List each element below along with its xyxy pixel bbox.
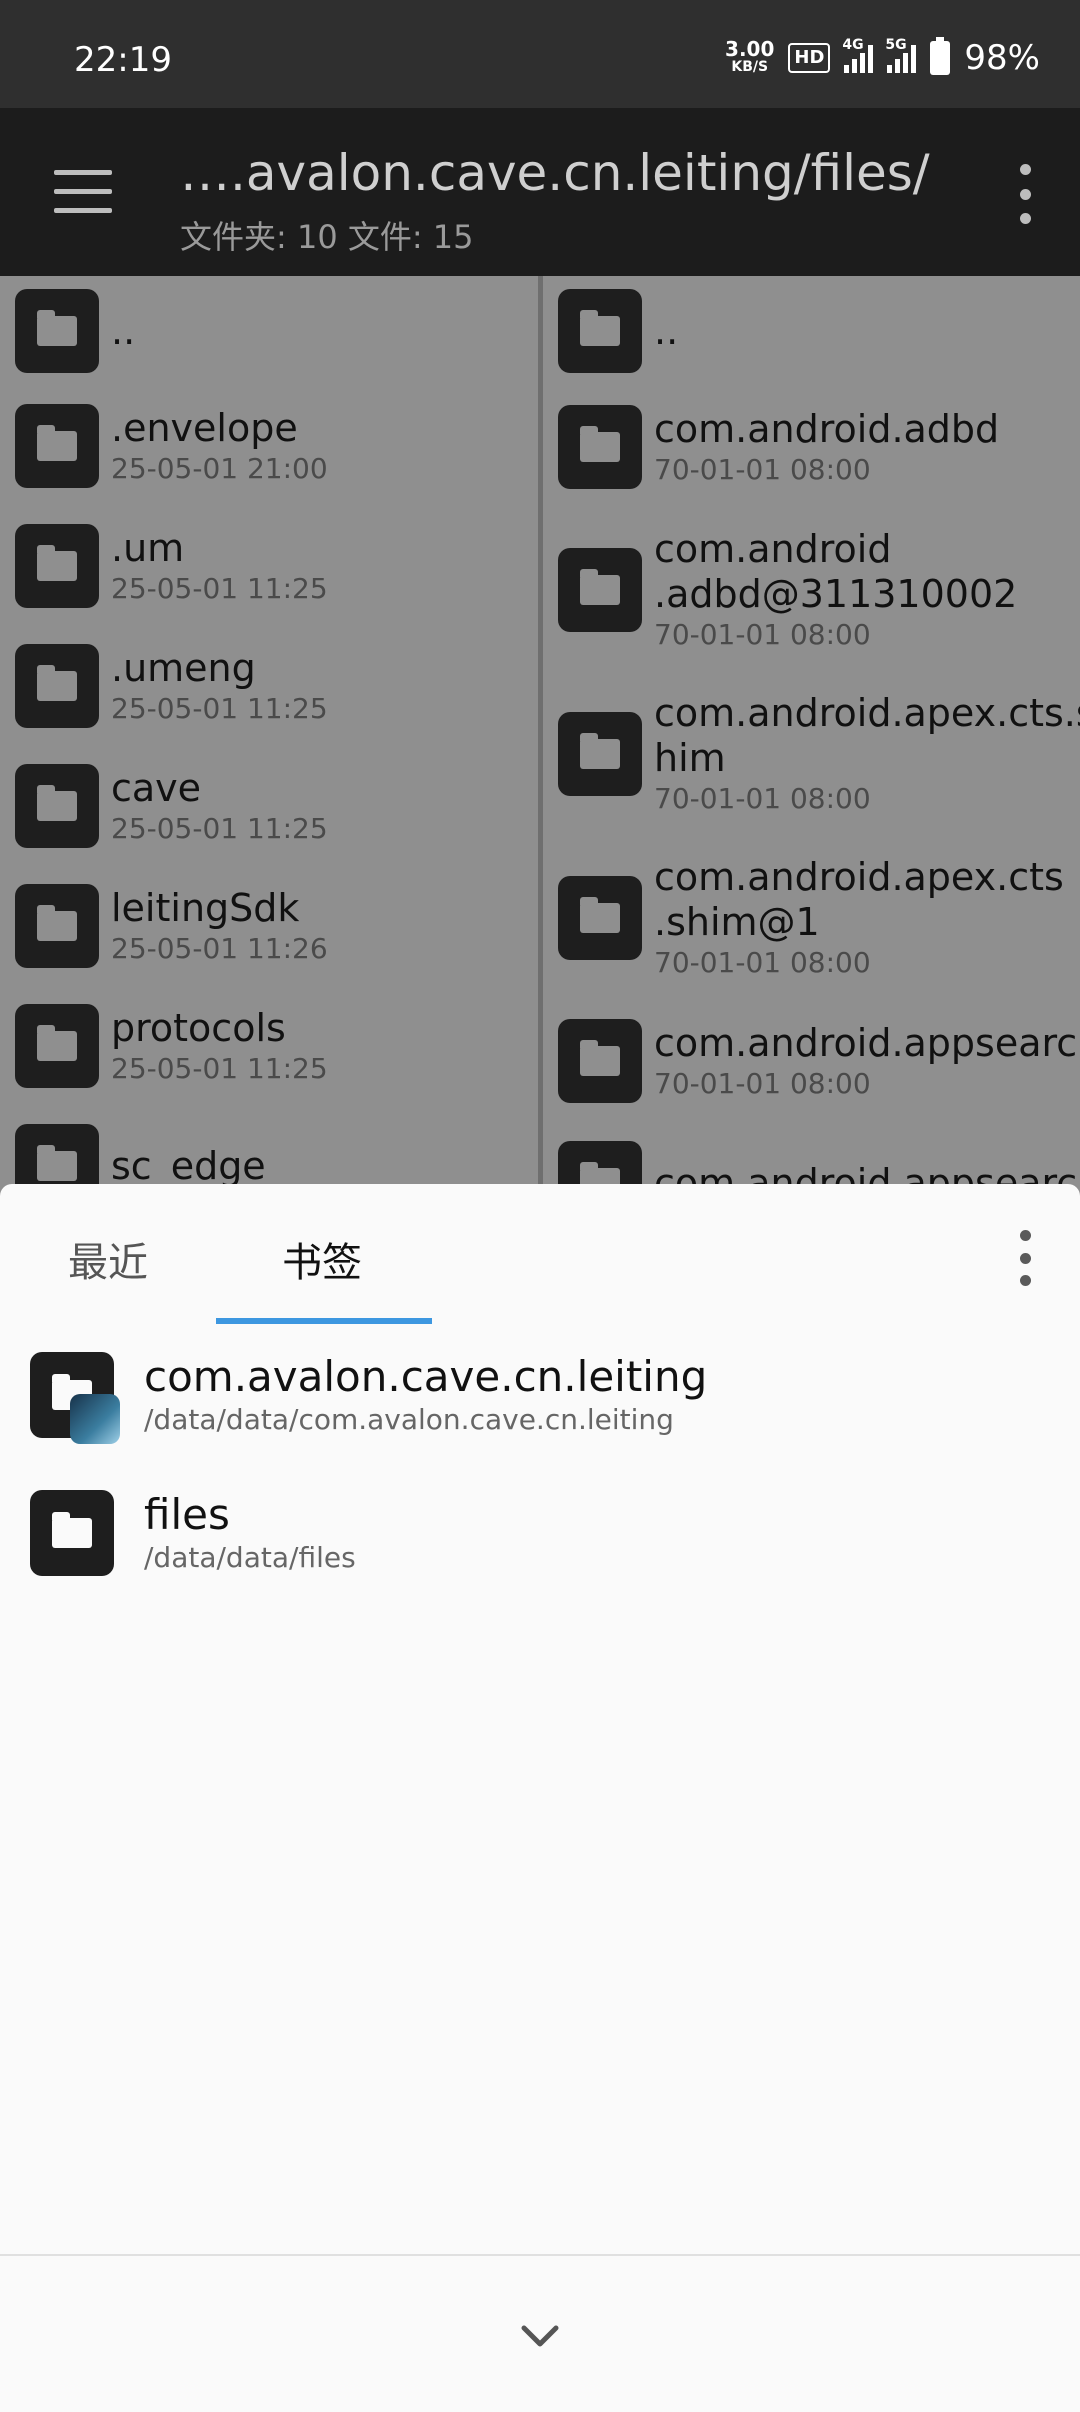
folder-icon [15, 524, 99, 608]
folder-icon [558, 876, 642, 960]
folder-icon [15, 764, 99, 848]
tab-bookmarks[interactable]: 书签 [282, 1230, 362, 1288]
folder-icon [558, 289, 642, 373]
list-item[interactable]: com.android.appsearch 70-01-01 08:00 [543, 1000, 1080, 1122]
list-item[interactable]: .envelope 25-05-01 21:00 [0, 386, 538, 506]
bookmarks-sheet: 最近 书签 com.avalon.cave.cn.leiting /data/d… [0, 1184, 1080, 2412]
folder-icon [15, 404, 99, 488]
status-icons: 3.00 KB/S HD 4G 5G 98% [725, 37, 1040, 78]
tab-recent[interactable]: 最近 [68, 1230, 148, 1288]
list-item[interactable]: leitingSdk 25-05-01 11:26 [0, 866, 538, 986]
list-item[interactable]: .um 25-05-01 11:25 [0, 506, 538, 626]
chevron-down-icon[interactable] [518, 2314, 562, 2358]
list-item[interactable]: cave 25-05-01 11:25 [0, 746, 538, 866]
divider [0, 2254, 1080, 2256]
list-item[interactable]: com.android.adbd 70-01-01 08:00 [543, 386, 1080, 508]
app-icon [70, 1394, 120, 1444]
folder-file-count: 文件夹: 10 文件: 15 [180, 218, 474, 256]
list-item[interactable]: protocols 25-05-01 11:25 [0, 986, 538, 1106]
bookmark-item[interactable]: com.avalon.cave.cn.leiting /data/data/co… [30, 1352, 707, 1444]
clock: 22:19 [74, 40, 172, 80]
hamburger-icon[interactable] [54, 170, 112, 214]
more-vert-icon[interactable] [1010, 164, 1040, 224]
network-speed: 3.00 KB/S [725, 37, 775, 75]
folder-icon [15, 884, 99, 968]
folder-icon [30, 1352, 120, 1444]
folder-icon [558, 1019, 642, 1103]
list-item[interactable]: .umeng 25-05-01 11:25 [0, 626, 538, 746]
list-item[interactable]: com.android.apex.cts .shim@1 70-01-01 08:… [543, 836, 1080, 1000]
folder-icon [15, 289, 99, 373]
signal-5g-icon: 5G [885, 37, 917, 73]
status-bar: 22:19 3.00 KB/S HD 4G 5G 98% [0, 0, 1080, 108]
left-file-pane: .. .envelope 25-05-01 21:00 .um 25-05-01 1… [0, 276, 538, 1184]
folder-icon [558, 548, 642, 632]
list-item[interactable]: com.android.appsearch [543, 1122, 1080, 1184]
list-item[interactable]: com.android .adbd@311310002 70-01-01 08:0… [543, 508, 1080, 672]
bookmark-item[interactable]: files /data/data/files [30, 1490, 356, 1576]
tab-indicator [216, 1318, 432, 1324]
battery-icon [930, 37, 951, 75]
current-path: ….avalon.cave.cn.leiting/files/ [180, 144, 930, 202]
right-file-pane: .. com.android.adbd 70-01-01 08:00 com.an… [543, 276, 1080, 1184]
folder-icon [15, 644, 99, 728]
list-item[interactable]: com.android.apex.cts.s him 70-01-01 08:00 [543, 672, 1080, 836]
folder-icon [15, 1004, 99, 1088]
battery-level: 98% [964, 38, 1040, 78]
list-item[interactable]: sc_edge [0, 1106, 538, 1184]
folder-icon [558, 405, 642, 489]
more-vert-icon[interactable] [1010, 1230, 1040, 1286]
folder-icon [30, 1490, 114, 1576]
app-toolbar: ….avalon.cave.cn.leiting/files/ 文件夹: 10 … [0, 108, 1080, 276]
folder-icon [15, 1124, 99, 1184]
list-item[interactable]: .. [543, 276, 1080, 386]
signal-4g-icon: 4G [842, 37, 874, 73]
list-item[interactable]: .. [0, 276, 538, 386]
hd-icon: HD [788, 43, 831, 73]
folder-icon [558, 1141, 642, 1184]
folder-icon [558, 712, 642, 796]
